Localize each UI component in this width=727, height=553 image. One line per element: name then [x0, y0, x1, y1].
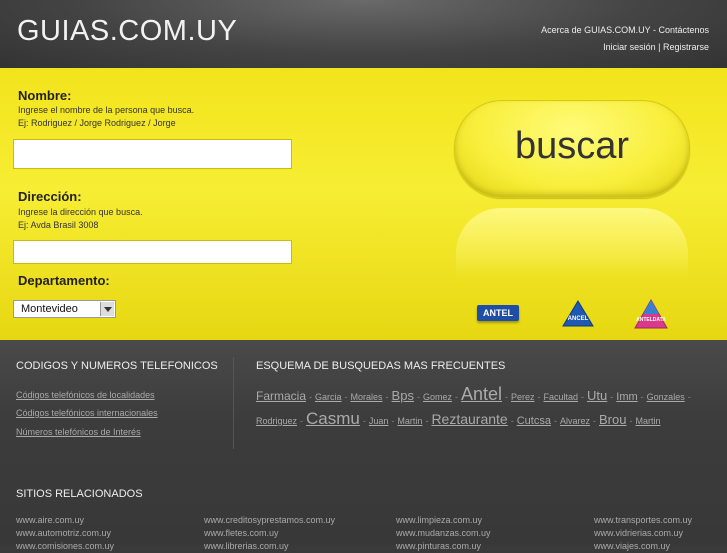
tag-link[interactable]: Morales	[351, 392, 383, 402]
antel-logo[interactable]: ANTEL	[477, 305, 519, 321]
esquema-title: ESQUEMA DE BUSQUEDAS MAS FRECUENTES	[256, 360, 506, 372]
nombre-help: Ingrese el nombre de la persona que busc…	[18, 104, 194, 130]
tag-link[interactable]: Perez	[511, 392, 535, 402]
tag-link[interactable]: Brou	[599, 412, 626, 427]
direccion-help-line1: Ingrese la dirección que busca.	[18, 207, 143, 217]
nombre-help-line1: Ingrese el nombre de la persona que busc…	[18, 105, 195, 115]
ancel-logo-text: ANCEL	[568, 316, 589, 322]
tag-link[interactable]: Facultad	[544, 392, 579, 402]
tag-separator: -	[537, 392, 541, 402]
sitios-col2: www.creditosyprestamos.com.uy www.fletes…	[204, 514, 335, 553]
site-link[interactable]: www.automotriz.com.uy	[16, 527, 114, 540]
tag-link[interactable]: Cutcsa	[517, 415, 551, 427]
tag-separator: -	[510, 416, 514, 426]
tag-link[interactable]: Gomez	[423, 392, 452, 402]
buscar-button-label: buscar	[514, 125, 630, 167]
tag-separator: -	[687, 392, 691, 402]
anteldata-logo-text: ANTELDATA	[636, 317, 666, 323]
site-link[interactable]: www.aire.com.uy	[16, 514, 114, 527]
tag-link[interactable]: Utu	[587, 388, 607, 403]
tag-separator: -	[505, 392, 508, 402]
direccion-help: Ingrese la dirección que busca. Ej: Avda…	[18, 206, 143, 232]
direccion-help-line2: Ej: Avda Brasil 3008	[18, 220, 99, 230]
tag-link[interactable]: Garcia	[315, 392, 342, 402]
codigos-link-internacionales[interactable]: Códigos telefónicos internacionales	[16, 408, 158, 418]
tag-separator: -	[581, 392, 585, 402]
sitios-col1: www.aire.com.uy www.automotriz.com.uy ww…	[16, 514, 114, 553]
tag-separator: -	[344, 392, 348, 402]
site-link[interactable]: www.comisiones.com.uy	[16, 540, 114, 553]
tag-link[interactable]: Martin	[635, 416, 660, 426]
tag-separator: -	[300, 416, 304, 426]
tag-separator: -	[640, 392, 644, 402]
header: GUIAS.COM.UY Acerca de GUIAS.COM.UY - Co…	[0, 0, 727, 68]
tag-link[interactable]: Bps	[392, 388, 414, 403]
sitios-title: SITIOS RELACIONADOS	[16, 488, 143, 500]
site-link[interactable]: www.transportes.com.uy	[594, 514, 692, 527]
tag-separator: -	[391, 416, 395, 426]
tag-separator: -	[592, 416, 596, 426]
ancel-logo[interactable]: ANCEL	[562, 300, 594, 328]
direccion-label: Dirección:	[18, 189, 82, 204]
tag-separator: -	[610, 392, 614, 402]
tag-link[interactable]: Reztaurante	[431, 411, 507, 427]
tag-cloud: Farmacia - Garcia - Morales - Bps - Gomez - Antel -…	[256, 383, 716, 432]
tag-link[interactable]: Juan	[369, 416, 389, 426]
divider	[233, 357, 234, 449]
direccion-input[interactable]	[13, 240, 292, 264]
tag-separator: -	[454, 392, 458, 402]
sitios-col4: www.transportes.com.uy www.vidrierias.co…	[594, 514, 692, 553]
tag-separator: -	[416, 392, 420, 402]
tag-separator: -	[309, 392, 313, 402]
codigos-link-localidades[interactable]: Códigos telefónicos de localidades	[16, 390, 155, 400]
chevron-down-icon[interactable]	[100, 302, 114, 316]
site-link[interactable]: www.pinturas.com.uy	[396, 540, 491, 553]
tag-separator: -	[553, 416, 557, 426]
nombre-label: Nombre:	[18, 88, 72, 103]
tag-separator: -	[362, 416, 366, 426]
tag-link[interactable]: Antel	[461, 384, 502, 404]
anteldata-logo[interactable]: ANTELDATA	[633, 298, 669, 332]
tag-link[interactable]: Rodriguez	[256, 416, 297, 426]
departamento-selected: Montevideo	[21, 303, 78, 315]
site-logo[interactable]: GUIAS.COM.UY	[17, 15, 237, 48]
about-contact-link[interactable]: Acerca de GUIAS.COM.UY - Contáctenos	[541, 22, 709, 39]
site-link[interactable]: www.fletes.com.uy	[204, 527, 335, 540]
nombre-help-line2: Ej: Rodriguez / Jorge Rodriguez / Jorge	[18, 118, 176, 128]
tag-separator: -	[425, 416, 429, 426]
codigos-link-interes[interactable]: Números telefónicos de Interés	[16, 427, 141, 437]
tag-link[interactable]: Imm	[616, 391, 637, 403]
departamento-select[interactable]: Montevideo	[13, 300, 116, 318]
tag-link[interactable]: Alvarez	[560, 416, 590, 426]
buscar-button[interactable]: buscar	[454, 100, 690, 198]
top-links: Acerca de GUIAS.COM.UY - Contáctenos Ini…	[541, 22, 709, 56]
button-reflection	[456, 208, 688, 278]
tag-link[interactable]: Casmu	[306, 409, 360, 428]
site-link[interactable]: www.mudanzas.com.uy	[396, 527, 491, 540]
site-link[interactable]: www.viajes.com.uy	[594, 540, 692, 553]
site-link[interactable]: www.creditosyprestamos.com.uy	[204, 514, 335, 527]
site-link[interactable]: www.limpieza.com.uy	[396, 514, 491, 527]
login-register-link[interactable]: Iniciar sesión | Registrarse	[541, 39, 709, 56]
departamento-label: Departamento:	[18, 273, 110, 288]
tag-separator: -	[385, 392, 389, 402]
site-link[interactable]: www.librerias.com.uy	[204, 540, 335, 553]
nombre-input[interactable]	[13, 139, 292, 169]
site-link[interactable]: www.vidrierias.com.uy	[594, 527, 692, 540]
tag-link[interactable]: Martin	[397, 416, 422, 426]
tag-separator: -	[629, 416, 633, 426]
sitios-col3: www.limpieza.com.uy www.mudanzas.com.uy …	[396, 514, 491, 553]
codigos-title: CODIGOS Y NUMEROS TELEFONICOS	[16, 360, 218, 372]
tag-link[interactable]: Farmacia	[256, 389, 306, 403]
tag-link[interactable]: Gonzales	[647, 392, 685, 402]
